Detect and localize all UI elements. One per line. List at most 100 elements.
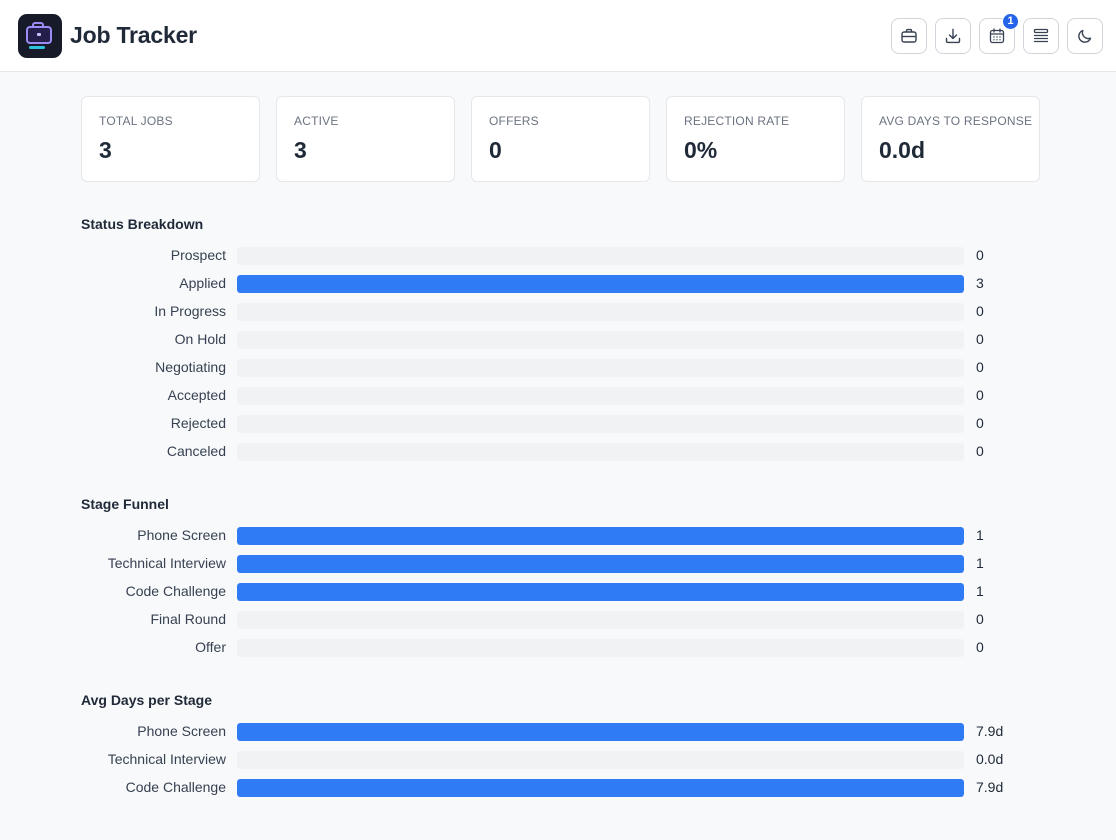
stat-label: AVG DAYS TO RESPONSE [879, 114, 1033, 128]
stat-card-active: ACTIVE 3 [276, 96, 455, 182]
bar-value: 0 [976, 387, 984, 403]
bar-row: Accepted 0 [81, 386, 1041, 406]
stack-button[interactable] [1023, 17, 1059, 54]
bar-label: Final Round [150, 611, 227, 627]
toolbar: 1 [891, 12, 1103, 54]
stat-value: 3 [99, 137, 112, 163]
bar-row: Offer 0 [81, 638, 1041, 658]
bar-fill [237, 275, 964, 293]
bar-track [237, 443, 964, 461]
bar-track [237, 779, 964, 797]
stat-value: 0.0d [879, 137, 926, 163]
section-title: Avg Days per Stage [81, 692, 212, 708]
briefcase-logo-icon [26, 21, 52, 49]
bar-track [237, 359, 964, 377]
bar-track [237, 723, 964, 741]
status-breakdown-section: Status Breakdown Prospect 0 Applied 3 In Pro… [81, 216, 1041, 461]
bar-label: On Hold [174, 331, 226, 347]
stat-label: REJECTION RATE [684, 114, 790, 128]
stat-card-total-jobs: TOTAL JOBS 3 [81, 96, 260, 182]
bar-track [237, 247, 964, 265]
bar-track [237, 611, 964, 629]
stat-label: TOTAL JOBS [99, 114, 173, 128]
jobs-button[interactable] [891, 17, 927, 54]
bar-label: Offer [195, 639, 226, 655]
download-icon [945, 28, 961, 43]
app-title: Job Tracker [70, 22, 197, 48]
bar-value: 3 [976, 275, 984, 291]
stat-card-rejection-rate: REJECTION RATE 0% [666, 96, 845, 182]
stat-value: 3 [294, 137, 307, 163]
bar-label: Negotiating [155, 359, 226, 375]
bar-row: Applied 3 [81, 274, 1041, 294]
bar-row: Code Challenge 1 [81, 582, 1041, 602]
bar-row: Prospect 0 [81, 246, 1041, 266]
bar-label: Phone Screen [137, 723, 226, 739]
bar-value: 0 [976, 639, 984, 655]
bar-label: Prospect [170, 247, 226, 263]
bar-fill [237, 723, 964, 741]
stat-card-offers: OFFERS 0 [471, 96, 650, 182]
bar-row: Phone Screen 1 [81, 526, 1041, 546]
bar-label: Accepted [167, 387, 226, 403]
bar-row: Code Challenge 7.9d [81, 778, 1041, 798]
bar-row: Technical Interview 0.0d [81, 750, 1041, 770]
bar-value: 1 [976, 555, 984, 571]
bar-label: Technical Interview [107, 555, 226, 571]
bar-value: 0.0d [976, 751, 1004, 767]
stat-label: OFFERS [489, 114, 539, 128]
bar-value: 0 [976, 415, 984, 431]
bar-track [237, 387, 964, 405]
bar-value: 0 [976, 611, 984, 627]
bar-value: 0 [976, 331, 984, 347]
bar-fill [237, 555, 964, 573]
bar-row: Rejected 0 [81, 414, 1041, 434]
bar-track [237, 415, 964, 433]
bar-track [237, 275, 964, 293]
bar-track [237, 639, 964, 657]
bar-track [237, 751, 964, 769]
bar-value: 7.9d [976, 723, 1004, 739]
moon-icon [1078, 29, 1092, 43]
bar-fill [237, 583, 964, 601]
bar-fill [237, 779, 964, 797]
bar-fill [237, 527, 964, 545]
bar-row: Negotiating 0 [81, 358, 1041, 378]
section-title: Status Breakdown [81, 216, 204, 232]
bar-track [237, 555, 964, 573]
bar-label: Rejected [170, 415, 226, 431]
bar-value: 7.9d [976, 779, 1004, 795]
bar-label: Code Challenge [125, 779, 226, 795]
app-logo [18, 13, 62, 58]
bar-value: 0 [976, 359, 984, 375]
bar-row: Phone Screen 7.9d [81, 722, 1041, 742]
bar-label: Code Challenge [125, 583, 226, 599]
bar-label: Technical Interview [107, 751, 226, 767]
stage-funnel-section: Stage Funnel Phone Screen 1 Technical Inte… [81, 496, 1041, 657]
stat-value: 0% [684, 137, 718, 163]
bar-label: Phone Screen [137, 527, 226, 543]
bar-track [237, 527, 964, 545]
stat-label: ACTIVE [294, 114, 339, 128]
bar-row: Canceled 0 [81, 442, 1041, 462]
bar-track [237, 583, 964, 601]
stat-card-avg-days: AVG DAYS TO RESPONSE 0.0d [861, 96, 1040, 182]
section-title: Stage Funnel [81, 496, 169, 512]
bar-value: 1 [976, 583, 984, 599]
notification-badge: 1 [1002, 12, 1019, 30]
bar-track [237, 303, 964, 321]
bar-label: In Progress [154, 303, 226, 319]
avg-days-section: Avg Days per Stage Phone Screen 7.9d Techn… [81, 692, 1041, 797]
theme-toggle-button[interactable] [1067, 17, 1103, 54]
bar-row: Final Round 0 [81, 610, 1041, 630]
stack-icon [1033, 28, 1049, 42]
bar-row: Technical Interview 1 [81, 554, 1041, 574]
bar-value: 0 [976, 443, 984, 459]
bar-label: Applied [179, 275, 226, 291]
export-button[interactable] [935, 17, 971, 54]
bar-value: 1 [976, 527, 984, 543]
bar-value: 0 [976, 247, 984, 263]
bar-value: 0 [976, 303, 984, 319]
calendar-button[interactable]: 1 [979, 12, 1019, 54]
app-header: Job Tracker 1 [0, 0, 1116, 72]
